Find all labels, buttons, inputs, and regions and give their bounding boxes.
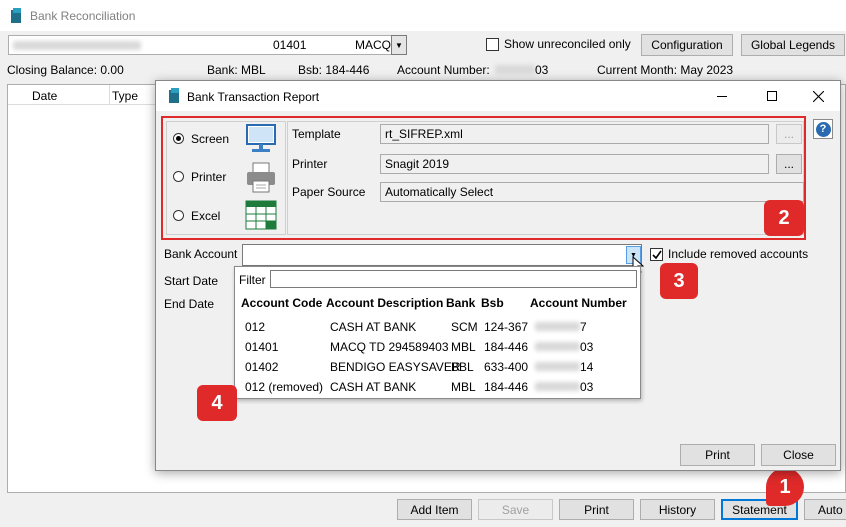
bank-account-dropdown-list: Filter Account Code Account Description …: [234, 266, 641, 399]
cell-description: MACQ TD 294589403: [330, 340, 449, 354]
cell-account-number: 7: [580, 320, 587, 334]
configuration-button[interactable]: Configuration: [641, 34, 733, 56]
include-removed-checkbox[interactable]: [650, 248, 663, 261]
cell-bank: MBL: [451, 380, 476, 394]
cell-account-number: 14: [580, 360, 594, 374]
list-item[interactable]: 01401 MACQ TD 294589403 MBL 184-446 03: [235, 337, 640, 357]
cell-description: CASH AT BANK: [330, 380, 417, 394]
minimize-icon: [717, 95, 727, 97]
list-item[interactable]: 012 (removed) CASH AT BANK MBL 184-446 0…: [235, 377, 640, 397]
cell-description: BENDIGO EASYSAVER: [330, 360, 461, 374]
maximize-icon: [767, 91, 777, 101]
dialog-print-button[interactable]: Print: [680, 444, 755, 466]
dialog-close-button[interactable]: Close: [761, 444, 836, 466]
current-month: Current Month: May 2023: [597, 63, 734, 77]
column-header-account-code: Account Code: [241, 296, 323, 310]
column-header-bsb: Bsb: [481, 296, 504, 310]
cell-bank: SCM: [451, 320, 478, 334]
end-date-label: End Date: [164, 297, 215, 311]
cell-bsb: 124-367: [484, 320, 529, 334]
chevron-down-icon: ▼: [395, 40, 403, 50]
column-header-type[interactable]: Type: [112, 89, 138, 103]
blurred-account-name: [13, 41, 141, 50]
cell-bank: MBL: [451, 340, 476, 354]
cell-code: 01401: [245, 340, 279, 354]
show-unreconciled-label: Show unreconciled only: [504, 37, 631, 51]
cell-account-number: 03: [580, 340, 594, 354]
bank-info: Bank: MBL: [207, 63, 266, 77]
app-icon: [168, 88, 180, 104]
bank-account-combo[interactable]: ▼: [242, 244, 642, 266]
blurred-account-number: [495, 65, 535, 74]
include-removed-label: Include removed accounts: [668, 247, 809, 261]
account-number-info: Account Number:: [397, 63, 490, 77]
filter-input[interactable]: [270, 270, 637, 288]
column-header-account-description: Account Description: [326, 296, 444, 310]
filter-label: Filter: [239, 273, 266, 287]
list-item[interactable]: 012 CASH AT BANK SCM 124-367 7: [235, 317, 640, 337]
cell-bank: BBL: [451, 360, 474, 374]
account-name-display: MACQ: [355, 38, 391, 52]
cell-code: 01402: [245, 360, 279, 374]
close-window-button[interactable]: [808, 86, 828, 106]
cell-bsb: 184-446: [484, 340, 529, 354]
save-button[interactable]: Save: [478, 499, 553, 520]
cell-code: 012 (removed): [245, 380, 324, 394]
callout-4: 4: [197, 385, 237, 421]
column-divider: [109, 85, 110, 105]
cell-bsb: 633-400: [484, 360, 529, 374]
column-header-bank: Bank: [446, 296, 476, 310]
bsb-info: Bsb: 184-446: [298, 63, 370, 77]
dialog-title: Bank Transaction Report: [187, 90, 320, 104]
column-header-account-number: Account Number: [530, 296, 627, 310]
help-button[interactable]: ?: [813, 119, 833, 139]
account-number-display: 01401: [273, 38, 307, 52]
blurred-account-number: [535, 382, 580, 391]
account-dropdown-button[interactable]: ▼: [391, 35, 407, 55]
column-header-date[interactable]: Date: [32, 89, 57, 103]
maximize-button[interactable]: [762, 86, 782, 106]
blurred-account-number: [535, 362, 580, 371]
print-button[interactable]: Print: [559, 499, 634, 520]
history-button[interactable]: History: [640, 499, 715, 520]
account-selector[interactable]: 01401 MACQ ▼: [8, 35, 407, 55]
cell-code: 012: [245, 320, 266, 334]
help-icon: ?: [815, 121, 831, 137]
add-item-button[interactable]: Add Item: [397, 499, 472, 520]
list-item[interactable]: 01402 BENDIGO EASYSAVER BBL 633-400 14: [235, 357, 640, 377]
cell-bsb: 184-446: [484, 380, 529, 394]
settings-highlight-box: [161, 116, 806, 240]
close-icon: [812, 90, 824, 102]
minimize-button[interactable]: [712, 86, 732, 106]
global-legends-button[interactable]: Global Legends: [741, 34, 845, 56]
start-date-label: Start Date: [164, 274, 219, 288]
callout-3: 3: [660, 263, 698, 299]
callout-2: 2: [764, 200, 804, 236]
bank-account-label: Bank Account: [164, 247, 238, 261]
cell-account-number: 03: [580, 380, 594, 394]
closing-balance: Closing Balance: 0.00: [7, 63, 124, 77]
callout-1: 1: [766, 468, 804, 506]
auto-button[interactable]: Auto: [804, 499, 846, 520]
main-window-title: Bank Reconciliation: [30, 9, 136, 23]
blurred-account-number: [535, 342, 580, 351]
account-number-suffix: 03: [535, 63, 549, 77]
blurred-account-number: [535, 322, 580, 331]
checkmark-icon: [651, 250, 662, 259]
app-icon: [10, 8, 22, 24]
show-unreconciled-checkbox[interactable]: [486, 38, 499, 51]
cell-description: CASH AT BANK: [330, 320, 417, 334]
